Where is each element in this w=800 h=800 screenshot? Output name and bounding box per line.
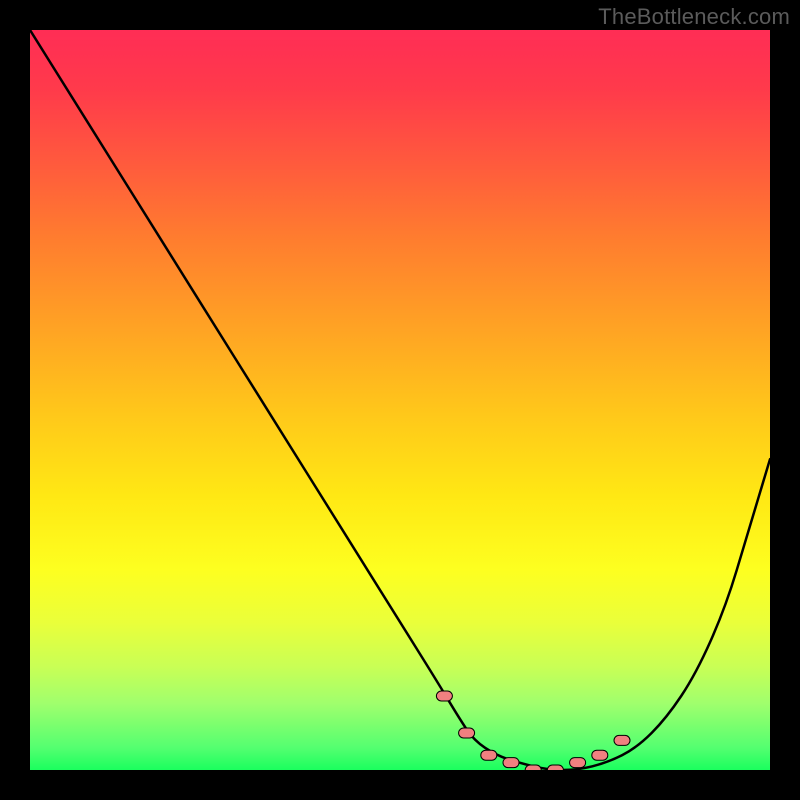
valley-marker <box>503 758 519 768</box>
valley-marker <box>570 758 586 768</box>
valley-marker <box>525 765 541 770</box>
valley-marker <box>592 750 608 760</box>
valley-marker <box>481 750 497 760</box>
bottleneck-curve <box>30 30 770 770</box>
data-point-markers <box>436 691 630 770</box>
valley-marker <box>614 735 630 745</box>
valley-marker <box>459 728 475 738</box>
chart-frame: TheBottleneck.com <box>0 0 800 800</box>
valley-marker <box>547 765 563 770</box>
watermark: TheBottleneck.com <box>598 4 790 30</box>
valley-marker <box>436 691 452 701</box>
chart-svg <box>30 30 770 770</box>
